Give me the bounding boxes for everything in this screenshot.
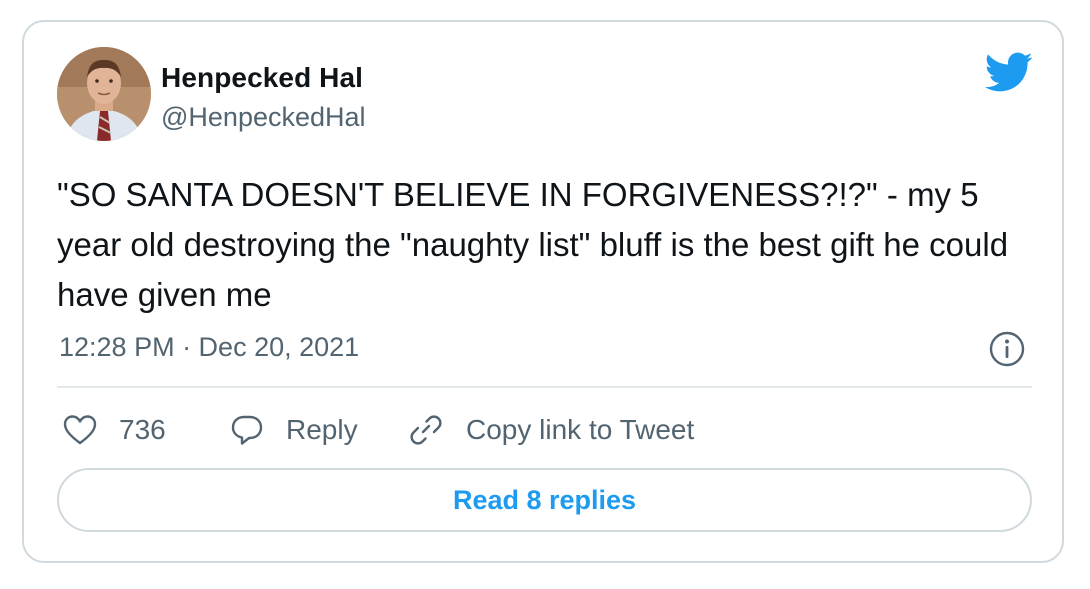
tweet-card: Henpecked Hal @HenpeckedHal "SO SANTA DO…: [22, 20, 1064, 563]
tweet-text: "SO SANTA DOESN'T BELIEVE IN FORGIVENESS…: [57, 176, 1009, 313]
like-count: 736: [119, 414, 166, 445]
speech-bubble-icon: [231, 415, 263, 445]
reply-button[interactable]: Reply: [230, 410, 358, 450]
avatar-image: [57, 47, 151, 141]
like-button[interactable]: 736: [63, 410, 166, 450]
read-replies-button[interactable]: Read 8 replies: [57, 468, 1032, 532]
avatar[interactable]: [57, 47, 151, 141]
divider: [57, 386, 1032, 388]
link-icon: [410, 415, 442, 445]
reply-label: Reply: [286, 414, 358, 445]
author-handle[interactable]: @HenpeckedHal: [161, 102, 366, 133]
info-icon[interactable]: [989, 331, 1025, 367]
copy-link-label: Copy link to Tweet: [466, 414, 695, 445]
twitter-bird-icon[interactable]: [982, 51, 1034, 93]
copy-link-button[interactable]: Copy link to Tweet: [408, 410, 694, 450]
author-display-name[interactable]: Henpecked Hal: [161, 62, 363, 94]
heart-icon: [63, 415, 97, 445]
tweet-timestamp[interactable]: 12:28 PM · Dec 20, 2021: [59, 332, 359, 363]
